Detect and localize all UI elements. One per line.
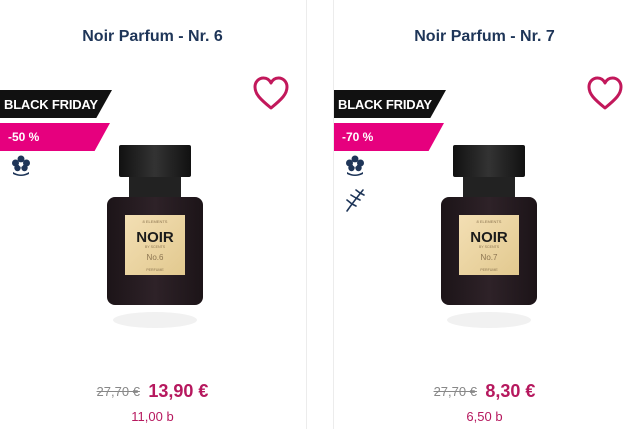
- label-small-top: 8 ELEMENTS: [143, 219, 168, 224]
- label-brand: NOIR: [470, 229, 508, 246]
- heart-icon[interactable]: [586, 75, 624, 111]
- points-value: 11,00 b: [131, 409, 174, 424]
- points-value: 6,50 b: [466, 409, 503, 424]
- label-number: No.7: [481, 253, 498, 262]
- new-price: 13,90 €: [148, 381, 209, 401]
- heart-icon[interactable]: [252, 75, 290, 111]
- price-block: 27,70 € 13,90 €: [0, 381, 305, 402]
- label-brand: NOIR: [136, 229, 174, 246]
- label-type: PERFUME: [146, 268, 164, 272]
- old-price: 27,70 €: [96, 384, 140, 399]
- discount-badge: -50 %: [0, 123, 110, 151]
- new-price: 8,30 €: [485, 381, 536, 401]
- label-number: No.6: [147, 253, 164, 262]
- label-sub: BY SCENTS: [479, 245, 500, 249]
- product-title[interactable]: Noir Parfum - Nr. 6: [0, 28, 305, 46]
- black-friday-badge: BLACK FRIDAY: [0, 90, 112, 118]
- discount-badge: -70 %: [334, 123, 444, 151]
- price-block: 27,70 € 8,30 €: [334, 381, 635, 402]
- product-title[interactable]: Noir Parfum - Nr. 7: [334, 28, 635, 46]
- sprig-icon: [346, 189, 365, 212]
- flower-icon: [12, 155, 30, 176]
- label-sub: BY SCENTS: [145, 245, 166, 249]
- product-card[interactable]: Noir Parfum - Nr. 7 BLACK FRIDAY -70 % 8…: [334, 0, 635, 429]
- label-small-top: 8 ELEMENTS: [477, 219, 502, 224]
- product-card[interactable]: Noir Parfum - Nr. 6 BLACK FRIDAY -50 % 8…: [0, 0, 305, 429]
- card-divider: [306, 0, 307, 429]
- product-image[interactable]: 8 ELEMENTS NOIR BY SCENTS No.6 PERFUME: [105, 140, 205, 340]
- black-friday-badge: BLACK FRIDAY: [334, 90, 446, 118]
- flower-icon: [346, 155, 364, 176]
- product-image[interactable]: 8 ELEMENTS NOIR BY SCENTS No.7 PERFUME: [439, 140, 539, 340]
- old-price: 27,70 €: [433, 384, 477, 399]
- label-type: PERFUME: [480, 268, 498, 272]
